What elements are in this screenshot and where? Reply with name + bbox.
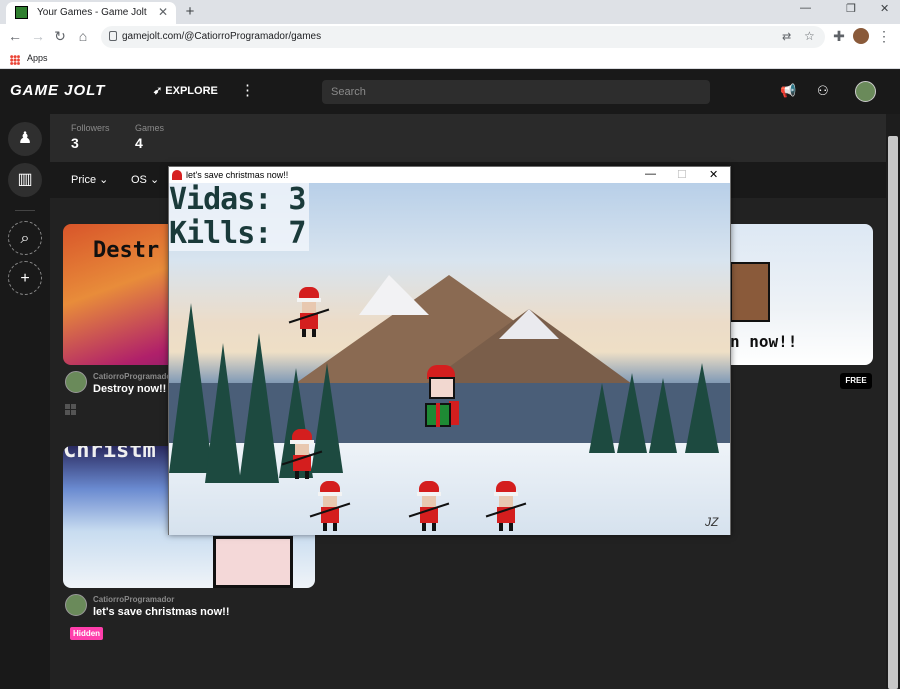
explore-label: EXPLORE	[165, 85, 218, 97]
search-communities-icon[interactable]: ⌕	[8, 221, 42, 255]
game-close-icon[interactable]: ✕	[709, 168, 718, 181]
enemy-santa	[288, 287, 330, 339]
url-text[interactable]: gamejolt.com/@CatiorroProgramador/games	[122, 31, 321, 42]
apps-grid-icon[interactable]	[10, 55, 20, 65]
forward-icon[interactable]: →	[30, 28, 46, 44]
bookmark-star-icon[interactable]: ☆	[804, 29, 815, 43]
scrollbar-thumb[interactable]	[888, 136, 898, 689]
profile-stats-bar: Followers 3 Games 4	[50, 114, 886, 162]
game-minimize-icon[interactable]: —	[645, 168, 656, 180]
pine-tree	[589, 383, 615, 453]
kills-counter: Kills: 7	[169, 217, 309, 251]
game-window[interactable]: let's save christmas now!! — ☐ ✕ Vidas: …	[168, 166, 731, 535]
games-count[interactable]: 4	[135, 135, 143, 151]
game-canvas[interactable]: Vidas: 3 Kills: 7 JZ	[169, 183, 730, 535]
address-bar[interactable]: gamejolt.com/@CatiorroProgramador/games …	[101, 26, 825, 48]
character-art	[730, 262, 770, 322]
browser-tab-strip: Your Games - Game Jolt ✕ + — ❐ ✕	[0, 0, 900, 24]
search-input[interactable]	[322, 80, 710, 104]
lives-counter: Vidas: 3	[169, 183, 309, 217]
games-label: Games	[135, 123, 165, 133]
character-art	[213, 536, 293, 588]
game-window-title: let's save christmas now!!	[186, 170, 289, 180]
tab-close-icon[interactable]: ✕	[158, 5, 168, 19]
game-owner[interactable]: CatiorroProgramador	[93, 595, 174, 604]
os-filter-label: OS	[131, 174, 147, 186]
site-header: GAME JOLT ➹ EXPLORE ⋮ 📢 ⚇	[0, 70, 900, 114]
reload-icon[interactable]: ↻	[52, 28, 68, 45]
lock-icon	[109, 31, 117, 41]
thumbnail-text: Christm	[63, 446, 156, 463]
followers-label: Followers	[71, 123, 110, 133]
translate-icon[interactable]: ⇄	[782, 30, 791, 43]
add-community-icon[interactable]: +	[8, 261, 42, 295]
pine-tree	[617, 373, 647, 453]
profile-avatar[interactable]	[853, 28, 869, 44]
mountain-snowcap	[499, 309, 559, 339]
close-window-icon[interactable]: ✕	[880, 2, 889, 15]
explore-icon: ➹	[153, 85, 166, 97]
owner-avatar[interactable]	[65, 371, 87, 393]
enemy-santa	[408, 481, 450, 533]
game-maximize-icon[interactable]: ☐	[677, 168, 687, 181]
game-title[interactable]: let's save christmas now!!	[93, 606, 230, 618]
minimize-icon[interactable]: —	[800, 2, 811, 14]
santa-hat-icon	[172, 170, 182, 180]
browser-menu-icon[interactable]: ⋮	[876, 28, 892, 45]
home-icon[interactable]: ⌂	[75, 28, 91, 44]
gamejolt-favicon-icon	[15, 6, 28, 19]
owner-avatar[interactable]	[65, 594, 87, 616]
game-owner[interactable]: CatiorroProgramador	[93, 372, 174, 381]
player-character	[423, 365, 463, 435]
bookmarks-bar: Apps	[0, 50, 900, 69]
browser-tab[interactable]: Your Games - Game Jolt ✕	[6, 2, 176, 24]
explore-button[interactable]: ➹ EXPLORE	[153, 84, 218, 97]
game-window-titlebar[interactable]: let's save christmas now!! — ☐ ✕	[169, 167, 730, 183]
back-icon[interactable]: ←	[7, 28, 23, 44]
left-sidebar: ♟ ▥ ⌕ +	[0, 114, 50, 689]
new-tab-button[interactable]: +	[181, 3, 199, 21]
tab-title: Your Games - Game Jolt	[37, 7, 147, 18]
pine-tree	[205, 343, 241, 483]
followers-count[interactable]: 3	[71, 135, 79, 151]
windows-icon	[65, 404, 76, 415]
pine-tree	[239, 333, 279, 483]
price-filter[interactable]: Price ⌄	[71, 173, 108, 186]
restore-icon[interactable]: ❐	[846, 2, 856, 15]
thumbnail-text: Destr	[93, 238, 160, 263]
sidebar-divider	[15, 210, 35, 211]
hidden-badge: Hidden	[70, 627, 103, 640]
megaphone-icon[interactable]: 📢	[780, 83, 796, 99]
browser-toolbar: ← → ↻ ⌂ gamejolt.com/@CatiorroProgramado…	[0, 24, 900, 50]
user-avatar[interactable]	[855, 81, 876, 102]
artist-signature: JZ	[705, 515, 719, 529]
bookmark-apps[interactable]: Apps	[27, 53, 48, 63]
game-title[interactable]: Destroy now!!	[93, 383, 166, 395]
game-thumbnail[interactable]: n now!!	[730, 224, 873, 365]
friends-icon[interactable]: ⚇	[817, 83, 829, 99]
chevron-down-icon: ⌄	[149, 174, 160, 186]
price-badge: FREE	[840, 373, 872, 389]
price-filter-label: Price	[71, 174, 97, 186]
more-menu-icon[interactable]: ⋮	[240, 81, 255, 99]
gamejolt-logo[interactable]: GAME JOLT	[10, 82, 105, 99]
pine-tree	[649, 378, 677, 453]
thumbnail-text: n now!!	[730, 332, 798, 351]
enemy-santa	[485, 481, 527, 533]
os-filter[interactable]: OS ⌄	[131, 173, 159, 186]
enemy-santa	[281, 429, 323, 481]
chevron-down-icon: ⌄	[99, 174, 109, 186]
joltbot-icon[interactable]: ♟	[8, 122, 42, 156]
library-icon[interactable]: ▥	[8, 163, 42, 197]
enemy-santa	[309, 481, 351, 533]
pine-tree	[685, 363, 719, 453]
extensions-icon[interactable]: ✚	[831, 28, 847, 45]
